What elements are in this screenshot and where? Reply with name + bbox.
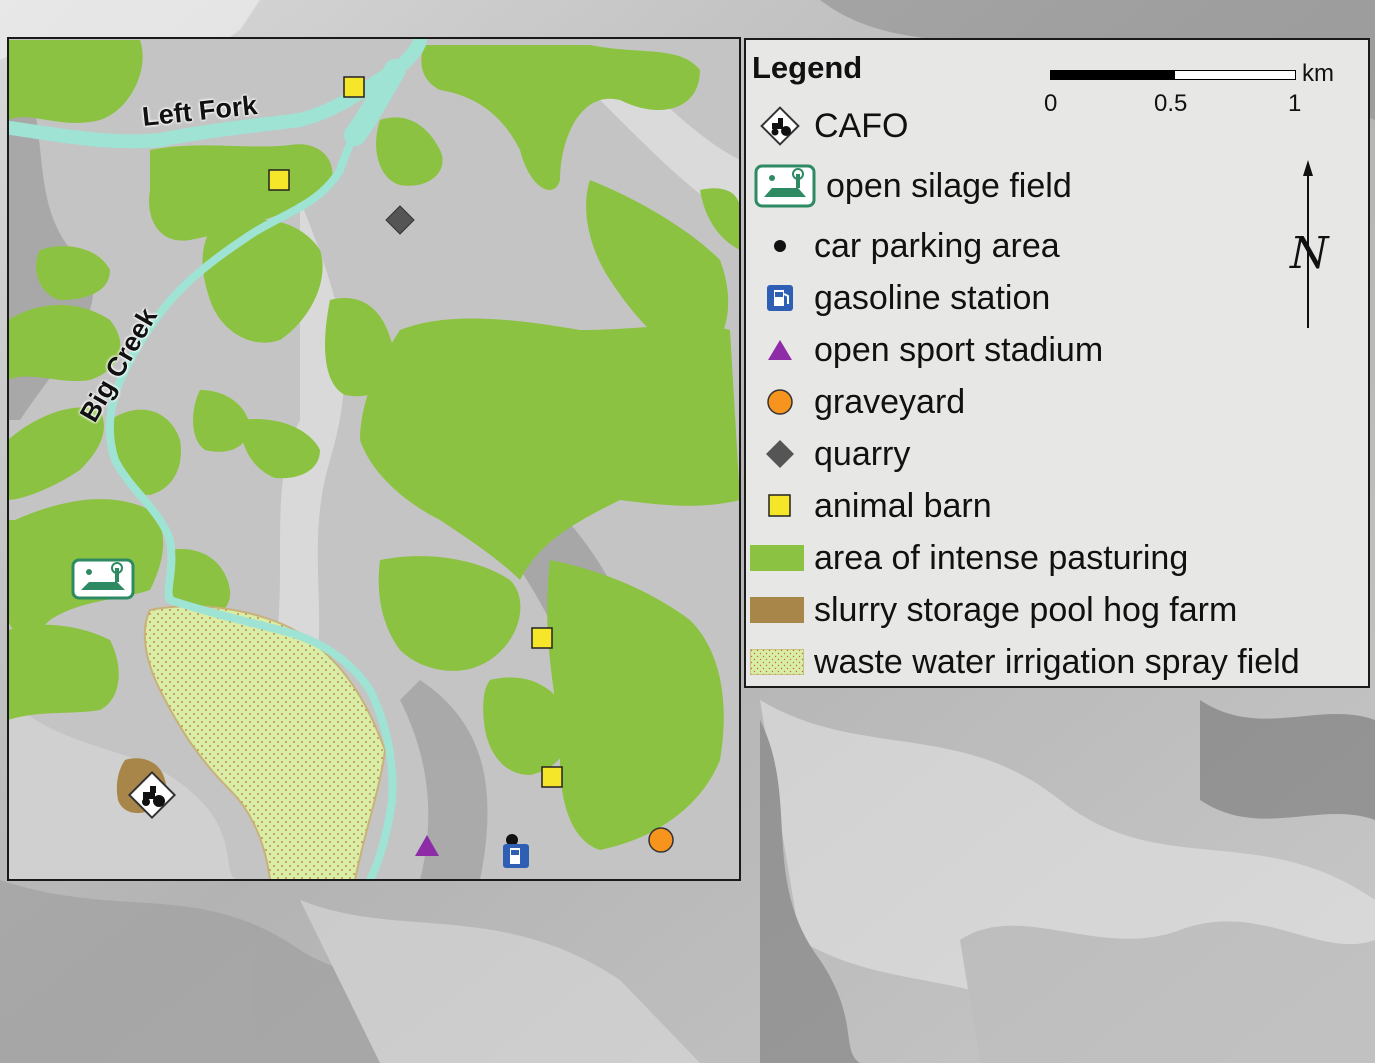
legend-item-parking: car parking area [746,224,1366,268]
legend-item-pasture: area of intense pasturing [746,536,1366,580]
square-icon [752,484,808,528]
animal-barn-marker [268,169,290,191]
legend-label-graveyard: graveyard [814,383,966,421]
silage-field-icon [754,164,816,208]
silage-field-marker [71,558,135,600]
legend-item-silage: open silage field [746,164,1366,208]
gas-pump-icon [752,276,808,320]
animal-barn-marker [343,76,365,98]
legend-item-graveyard: graveyard [746,380,1366,424]
legend-item-gasoline: gasoline station [746,276,1366,320]
legend-panel: Legend km 0 0.5 1 N CAFO open silage fie… [744,38,1370,688]
animal-barn-marker [531,627,553,649]
legend-item-quarry: quarry [746,432,1366,476]
graveyard-marker [648,827,674,853]
gas-station-marker [503,844,529,868]
scale-unit: km [1302,60,1334,87]
legend-label-barn: animal barn [814,487,992,525]
legend-label-parking: car parking area [814,227,1060,265]
brown-swatch [750,588,804,632]
legend-label-silage: open silage field [826,167,1072,205]
legend-label-spray: waste water irrigation spray field [814,643,1300,681]
study-area [8,38,740,880]
legend-item-barn: animal barn [746,484,1366,528]
legend-label-gasoline: gasoline station [814,279,1051,317]
legend-item-cafo: CAFO [746,104,1366,148]
animal-barn-marker [541,766,563,788]
scale-bar-black-segment [1050,70,1174,80]
circle-icon [752,380,808,424]
legend-label-pasture: area of intense pasturing [814,539,1189,577]
legend-label-cafo: CAFO [814,107,909,145]
green-swatch [750,536,804,580]
legend-label-quarry: quarry [814,435,911,473]
cafo-tractor-icon [752,104,808,148]
legend-title: Legend [752,50,863,85]
scale-bar-white-segment [1174,70,1296,80]
triangle-icon [752,328,808,372]
legend-item-slurry: slurry storage pool hog farm [746,588,1366,632]
legend-label-slurry: slurry storage pool hog farm [814,591,1238,629]
parking-dot-icon [752,224,808,268]
legend-label-stadium: open sport stadium [814,331,1104,369]
legend-item-stadium: open sport stadium [746,328,1366,372]
legend-item-spray: waste water irrigation spray field [746,640,1366,684]
dotted-swatch [750,640,804,684]
diamond-icon [752,432,808,476]
